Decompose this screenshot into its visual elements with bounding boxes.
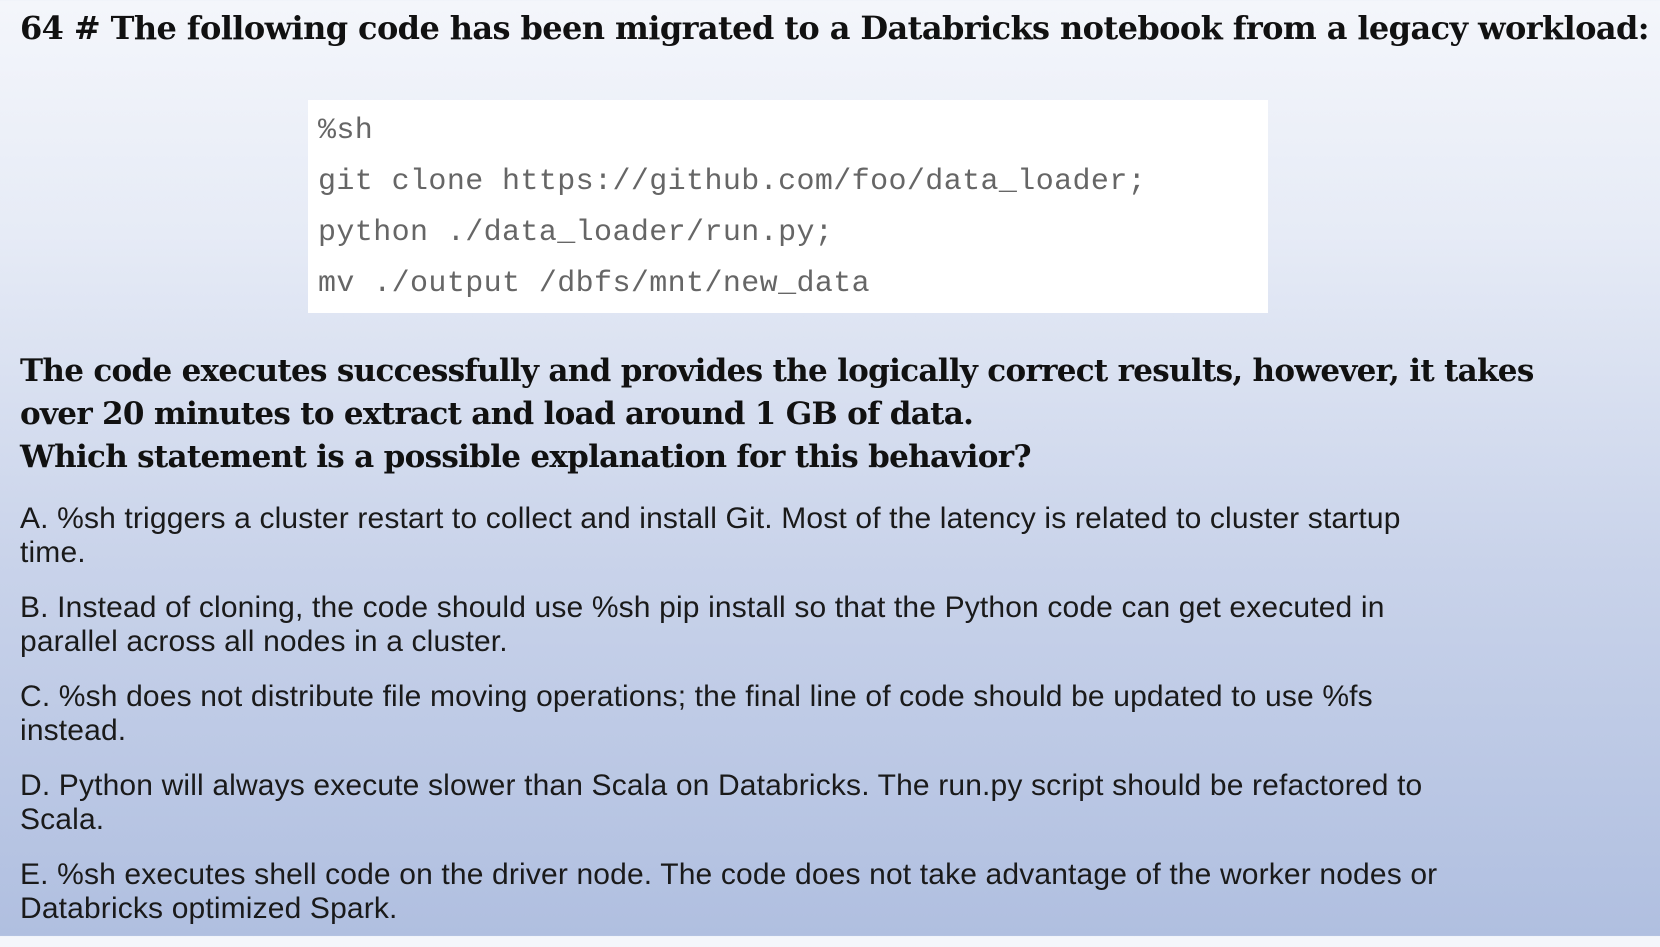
option-a[interactable]: A. %sh triggers a cluster restart to col…	[20, 502, 1650, 591]
option-e[interactable]: E. %sh executes shell code on the driver…	[20, 858, 1650, 947]
option-line: parallel across all nodes in a cluster.	[20, 625, 508, 658]
option-d[interactable]: D. Python will always execute slower tha…	[20, 769, 1650, 858]
question-slide: 64 # The following code has been migrate…	[0, 0, 1660, 936]
option-line: time.	[20, 536, 86, 569]
prompt-line: over 20 minutes to extract and load arou…	[20, 396, 974, 432]
code-line: mv ./output /dbfs/mnt/new_data	[318, 267, 871, 301]
code-line: %sh	[318, 114, 374, 148]
code-block: %sh git clone https://github.com/foo/dat…	[308, 100, 1268, 313]
answer-options: A. %sh triggers a cluster restart to col…	[20, 502, 1650, 947]
code-line: python ./data_loader/run.py;	[318, 216, 834, 250]
option-line: B. Instead of cloning, the code should u…	[20, 591, 1385, 624]
prompt-line: The code executes successfully and provi…	[20, 353, 1534, 389]
option-line: E. %sh executes shell code on the driver…	[20, 858, 1438, 891]
option-line: C. %sh does not distribute file moving o…	[20, 680, 1373, 713]
option-line: Databricks optimized Spark.	[20, 892, 398, 925]
code-line: git clone https://github.com/foo/data_lo…	[318, 165, 1147, 199]
option-line: D. Python will always execute slower tha…	[20, 769, 1423, 802]
option-line: Scala.	[20, 803, 105, 836]
question-prompt: The code executes successfully and provi…	[20, 350, 1645, 479]
prompt-line: Which statement is a possible explanatio…	[20, 439, 1031, 475]
question-header: 64 # The following code has been migrate…	[20, 9, 1650, 47]
option-c[interactable]: C. %sh does not distribute file moving o…	[20, 680, 1650, 769]
option-line: instead.	[20, 714, 127, 747]
option-line: A. %sh triggers a cluster restart to col…	[20, 502, 1401, 535]
option-b[interactable]: B. Instead of cloning, the code should u…	[20, 591, 1650, 680]
